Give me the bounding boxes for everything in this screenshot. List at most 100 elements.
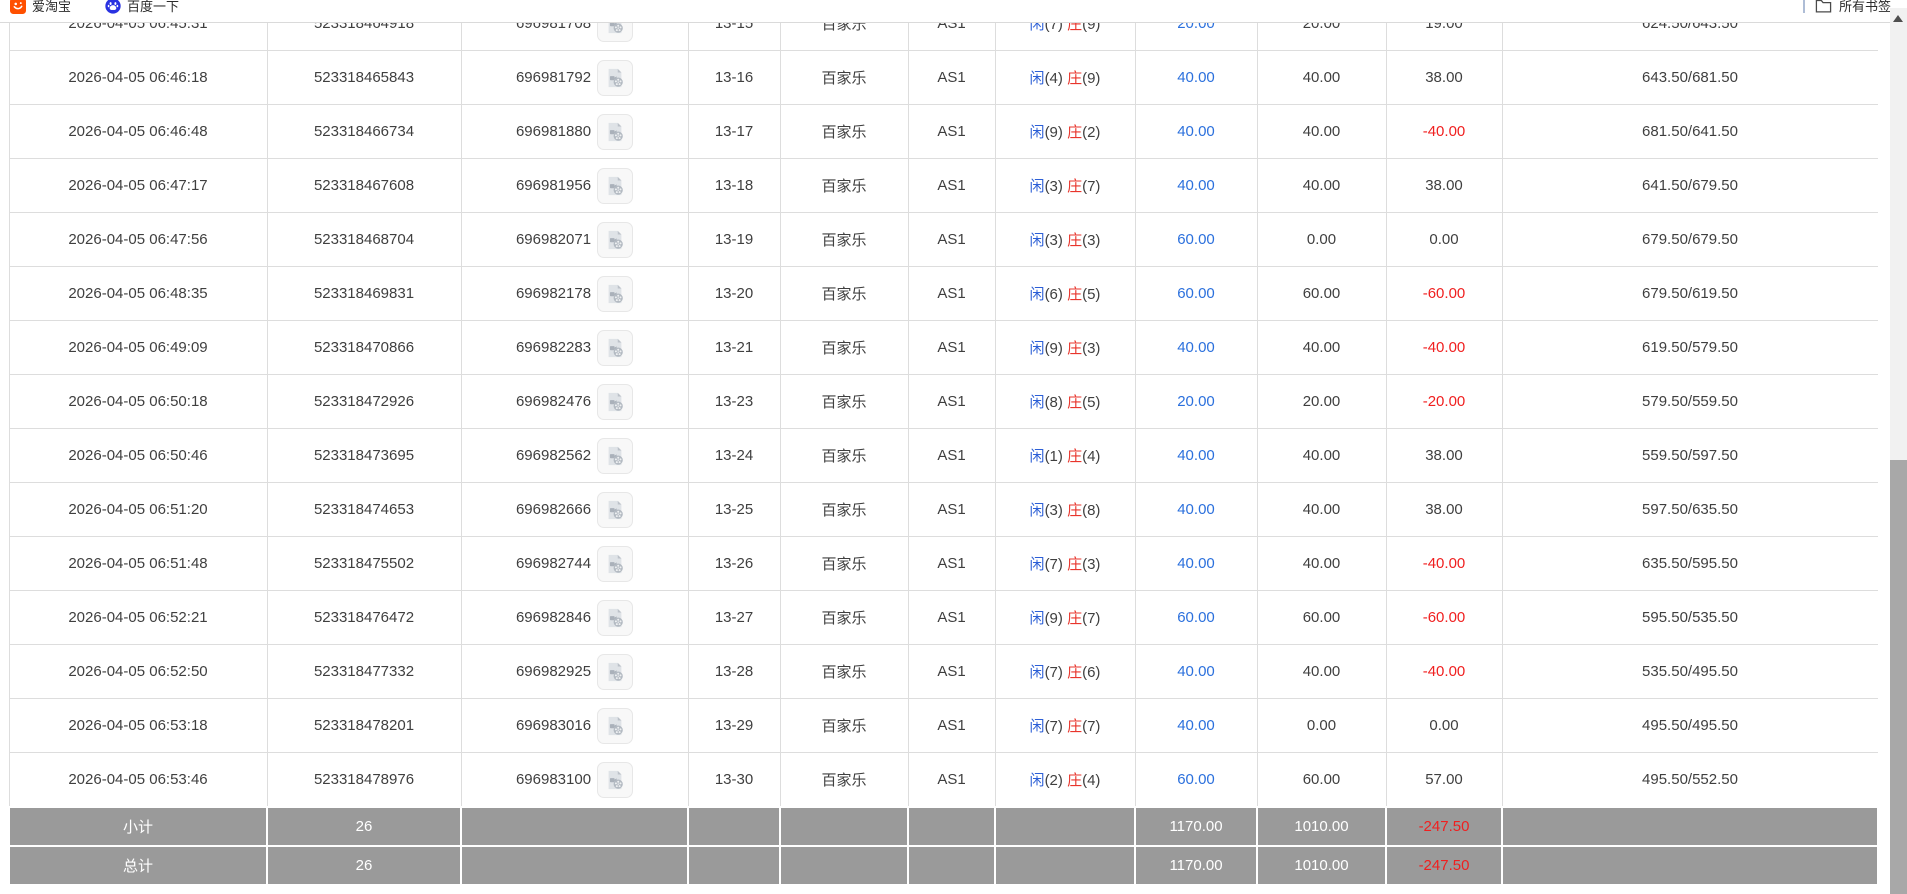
shoe-round: 13-19 <box>714 231 754 248</box>
record-row: 2026-04-05 06:53:46 523318478976 696983100… <box>8 752 1878 808</box>
round-id: 696982562 <box>515 447 592 464</box>
bet-amount-link[interactable]: 40.00 <box>1177 717 1215 734</box>
all-bookmarks-button[interactable]: 所有书签 <box>1815 0 1891 15</box>
game-type-cell: 百家乐 <box>779 428 909 483</box>
winloss-cell: 0.00 <box>1385 212 1503 267</box>
round-id: 696982846 <box>515 609 592 626</box>
round-cell: 696981792 <box>460 50 689 105</box>
bet-amount-link[interactable]: 40.00 <box>1177 663 1215 680</box>
table-name-cell: AS1 <box>907 158 996 213</box>
video-replay-button[interactable] <box>597 59 634 96</box>
bet-amount-link[interactable]: 60.00 <box>1177 771 1215 788</box>
shoe-round-cell: 13-26 <box>687 536 781 591</box>
record-row: 2026-04-05 06:53:18 523318478201 696983016… <box>8 698 1878 753</box>
record-row: 2026-04-05 06:47:56 523318468704 696982071… <box>8 212 1878 267</box>
video-replay-button[interactable] <box>597 761 634 798</box>
bet-amount-link[interactable]: 60.00 <box>1177 231 1215 248</box>
summary-valid-cell: 1010.00 <box>1256 845 1387 886</box>
video-replay-button[interactable] <box>597 329 634 366</box>
video-replay-button[interactable] <box>597 275 634 312</box>
summary-empty-cell <box>994 845 1136 886</box>
video-replay-button[interactable] <box>597 491 634 528</box>
bet-time: 2026-04-05 06:52:21 <box>68 609 208 626</box>
valid-bet-cell: 40.00 <box>1256 644 1387 699</box>
scrollbar-thumb[interactable] <box>1890 460 1907 894</box>
video-replay-button[interactable] <box>597 599 634 636</box>
player-points: (8) <box>1044 394 1063 411</box>
bet-amount-link[interactable]: 40.00 <box>1177 339 1215 356</box>
bet-amount-link[interactable]: 60.00 <box>1177 285 1215 302</box>
round-id: 696982925 <box>515 663 592 680</box>
bet-amount-link[interactable]: 60.00 <box>1177 609 1215 626</box>
valid-bet-cell: 0.00 <box>1256 212 1387 267</box>
game-type-cell: 百家乐 <box>779 482 909 537</box>
round-cell: 696982283 <box>460 320 689 375</box>
banker-points: (7) <box>1082 610 1101 627</box>
table-name: AS1 <box>937 231 966 248</box>
player-points: (9) <box>1044 340 1063 357</box>
valid-bet-cell: 40.00 <box>1256 536 1387 591</box>
shoe-round-cell: 13-21 <box>687 320 781 375</box>
order-id: 523318469831 <box>313 285 415 302</box>
round-id: 696982283 <box>515 339 592 356</box>
banker-points: (3) <box>1082 232 1101 249</box>
bookmark-item-aitaobao[interactable]: 爱淘宝 <box>10 0 71 15</box>
valid-bet: 40.00 <box>1302 555 1341 572</box>
shoe-round-cell: 13-19 <box>687 212 781 267</box>
time-cell: 2026-04-05 06:52:21 <box>8 590 268 645</box>
shoe-round-cell: 13-20 <box>687 266 781 321</box>
valid-bet: 60.00 <box>1302 771 1341 788</box>
video-replay-button[interactable] <box>597 383 634 420</box>
video-replay-button[interactable] <box>597 707 634 744</box>
bet-amount-link[interactable]: 40.00 <box>1177 555 1215 572</box>
shoe-round-cell: 13-28 <box>687 644 781 699</box>
bet-records-table: 2026-04-05 06:45:31 523318464918 696981708… <box>8 23 1878 886</box>
shoe-round-cell: 13-16 <box>687 50 781 105</box>
video-replay-button[interactable] <box>597 545 634 582</box>
record-row: 2026-04-05 06:45:31 523318464918 696981708… <box>8 23 1878 51</box>
shoe-round: 13-25 <box>714 501 754 518</box>
video-replay-icon <box>604 661 626 683</box>
round-cell: 696981956 <box>460 158 689 213</box>
order-id: 523318465843 <box>313 69 415 86</box>
result-cell: 闲(3) 庄(8) <box>994 482 1136 537</box>
shoe-round: 13-23 <box>714 393 754 410</box>
scrollbar-up-arrow-icon[interactable] <box>1893 15 1903 22</box>
order-id: 523318478976 <box>313 771 415 788</box>
shoe-round: 13-30 <box>714 771 754 788</box>
bookmarks-separator <box>1802 0 1805 13</box>
bet-amount-link[interactable]: 40.00 <box>1177 123 1215 140</box>
video-replay-button[interactable] <box>597 23 634 42</box>
winloss-value: 0.00 <box>1429 717 1459 734</box>
game-type: 百家乐 <box>821 610 867 627</box>
bet-amount-link[interactable]: 20.00 <box>1177 393 1215 410</box>
video-replay-icon <box>604 553 626 575</box>
player-points: (7) <box>1044 556 1063 573</box>
game-type: 百家乐 <box>821 70 867 87</box>
banker-points: (8) <box>1082 502 1101 519</box>
bookmark-item-baidu[interactable]: 百度一下 <box>105 0 179 15</box>
video-replay-icon <box>604 121 626 143</box>
table-name-cell: AS1 <box>907 428 996 483</box>
vertical-scrollbar[interactable] <box>1890 8 1907 894</box>
result-cell: 闲(1) 庄(4) <box>994 428 1136 483</box>
video-replay-button[interactable] <box>597 167 634 204</box>
bet-amount-link[interactable]: 40.00 <box>1177 177 1215 194</box>
summary-valid-total: 1010.00 <box>1294 818 1349 835</box>
video-replay-button[interactable] <box>597 113 634 150</box>
result-cell: 闲(4) 庄(9) <box>994 50 1136 105</box>
video-replay-button[interactable] <box>597 653 634 690</box>
banker-label: 庄 <box>1067 70 1083 87</box>
banker-label: 庄 <box>1067 772 1083 789</box>
bookmark-label: 爱淘宝 <box>32 0 72 14</box>
video-replay-button[interactable] <box>597 221 634 258</box>
order-id: 523318475502 <box>313 555 415 572</box>
winloss-cell: 0.00 <box>1385 698 1503 753</box>
video-replay-icon <box>604 391 626 413</box>
table-name: AS1 <box>937 285 966 302</box>
bet-amount-link[interactable]: 20.00 <box>1177 23 1215 32</box>
bet-amount-link[interactable]: 40.00 <box>1177 69 1215 86</box>
bet-amount-link[interactable]: 40.00 <box>1177 501 1215 518</box>
bet-amount-link[interactable]: 40.00 <box>1177 447 1215 464</box>
video-replay-button[interactable] <box>597 437 634 474</box>
